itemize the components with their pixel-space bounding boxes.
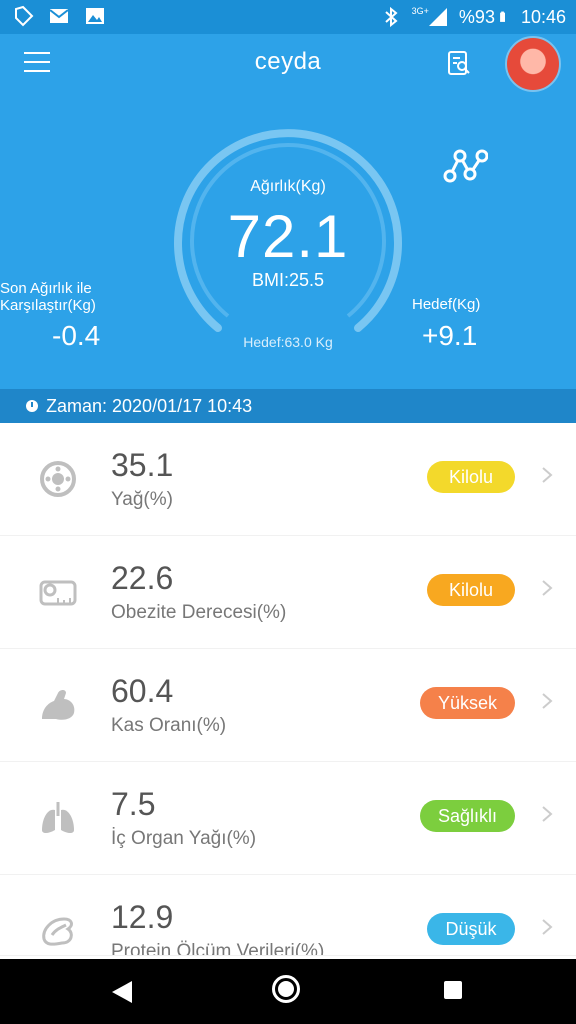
clock-time: 10:46 bbox=[520, 6, 566, 27]
image-icon bbox=[86, 8, 104, 24]
metric-label: İç Organ Yağı(%) bbox=[111, 828, 257, 849]
measurement-time: Zaman: 2020/01/17 10:43 bbox=[46, 396, 253, 416]
status-badge: Düşük bbox=[427, 913, 515, 945]
user-name-title: ceyda bbox=[254, 48, 322, 75]
status-badge: Kilolu bbox=[427, 461, 515, 493]
signal-icon bbox=[428, 8, 447, 26]
avatar[interactable] bbox=[505, 36, 561, 92]
network-type: 3G+ bbox=[411, 6, 429, 16]
clock-icon bbox=[26, 400, 38, 412]
list-item[interactable]: 22.6 Obezite Derecesi(%) Kilolu bbox=[0, 536, 576, 649]
metric-label: Protein Ölçüm Verileri(%) bbox=[111, 941, 325, 956]
metric-label: Obezite Derecesi(%) bbox=[111, 602, 287, 623]
metric-value: 35.1 bbox=[111, 447, 174, 483]
home-button[interactable] bbox=[272, 975, 300, 1003]
metric-value: 60.4 bbox=[111, 673, 174, 709]
system-nav-bar bbox=[0, 959, 576, 1024]
measurement-time-bar: Zaman: 2020/01/17 10:43 bbox=[0, 389, 576, 423]
metric-label: Kas Oranı(%) bbox=[111, 715, 227, 736]
fat-icon bbox=[40, 461, 76, 497]
chevron-right-icon bbox=[542, 806, 553, 822]
protein-icon bbox=[42, 917, 73, 946]
battery-icon bbox=[500, 11, 505, 22]
list-item[interactable]: 7.5 İç Organ Yağı(%) Sağlıklı bbox=[0, 762, 576, 875]
lungs-icon bbox=[42, 802, 74, 833]
status-bar: 3G+ %93 10:46 bbox=[0, 0, 576, 34]
weight-value: 72.1 bbox=[227, 203, 349, 270]
recent-apps-button[interactable] bbox=[444, 981, 462, 999]
weight-header: ceyda Ağırlık(Kg) 72.1 BMI:25.5 Hedef:63… bbox=[0, 34, 576, 389]
metric-label: Yağ(%) bbox=[111, 489, 173, 510]
tape-measure-icon bbox=[39, 580, 77, 606]
status-badge: Yüksek bbox=[419, 687, 515, 719]
list-item[interactable]: 60.4 Kas Oranı(%) Yüksek bbox=[0, 649, 576, 762]
chevron-right-icon bbox=[542, 467, 553, 483]
metric-value: 7.5 bbox=[111, 786, 156, 822]
battery-percent: %93 bbox=[458, 6, 495, 27]
bluetooth-icon bbox=[384, 6, 398, 28]
metric-value: 22.6 bbox=[111, 560, 174, 596]
tag-icon bbox=[15, 5, 34, 27]
compare-label: Son Ağırlık ile Karşılaştır(Kg) bbox=[0, 280, 96, 314]
goal-label: Hedef(Kg) bbox=[412, 296, 481, 313]
list-item[interactable]: 12.9 Protein Ölçüm Verileri(%) Düşük bbox=[0, 875, 576, 956]
compare-label-line2: Karşılaştır(Kg) bbox=[0, 297, 96, 314]
trend-chart-icon[interactable] bbox=[442, 146, 488, 186]
status-badge: Sağlıklı bbox=[419, 800, 515, 832]
chevron-right-icon bbox=[542, 919, 553, 935]
chevron-right-icon bbox=[542, 580, 553, 596]
notification-icons bbox=[12, 5, 106, 27]
list-item[interactable]: 35.1 Yağ(%) Kilolu bbox=[0, 423, 576, 536]
mail-icon bbox=[49, 9, 69, 23]
gauge-title: Ağırlık(Kg) bbox=[250, 178, 326, 195]
report-icon[interactable] bbox=[446, 50, 472, 76]
metrics-list: 35.1 Yağ(%) Kilolu 22.6 Obezite Derecesi… bbox=[0, 423, 576, 956]
goal-value: +9.1 bbox=[422, 320, 478, 351]
compare-value: -0.4 bbox=[52, 320, 101, 351]
back-icon[interactable] bbox=[110, 979, 134, 1005]
status-badge: Kilolu bbox=[427, 574, 515, 606]
compare-label-line1: Son Ağırlık ile bbox=[0, 280, 92, 297]
muscle-icon bbox=[42, 690, 75, 720]
chevron-right-icon bbox=[542, 693, 553, 709]
metric-value: 12.9 bbox=[111, 899, 174, 935]
